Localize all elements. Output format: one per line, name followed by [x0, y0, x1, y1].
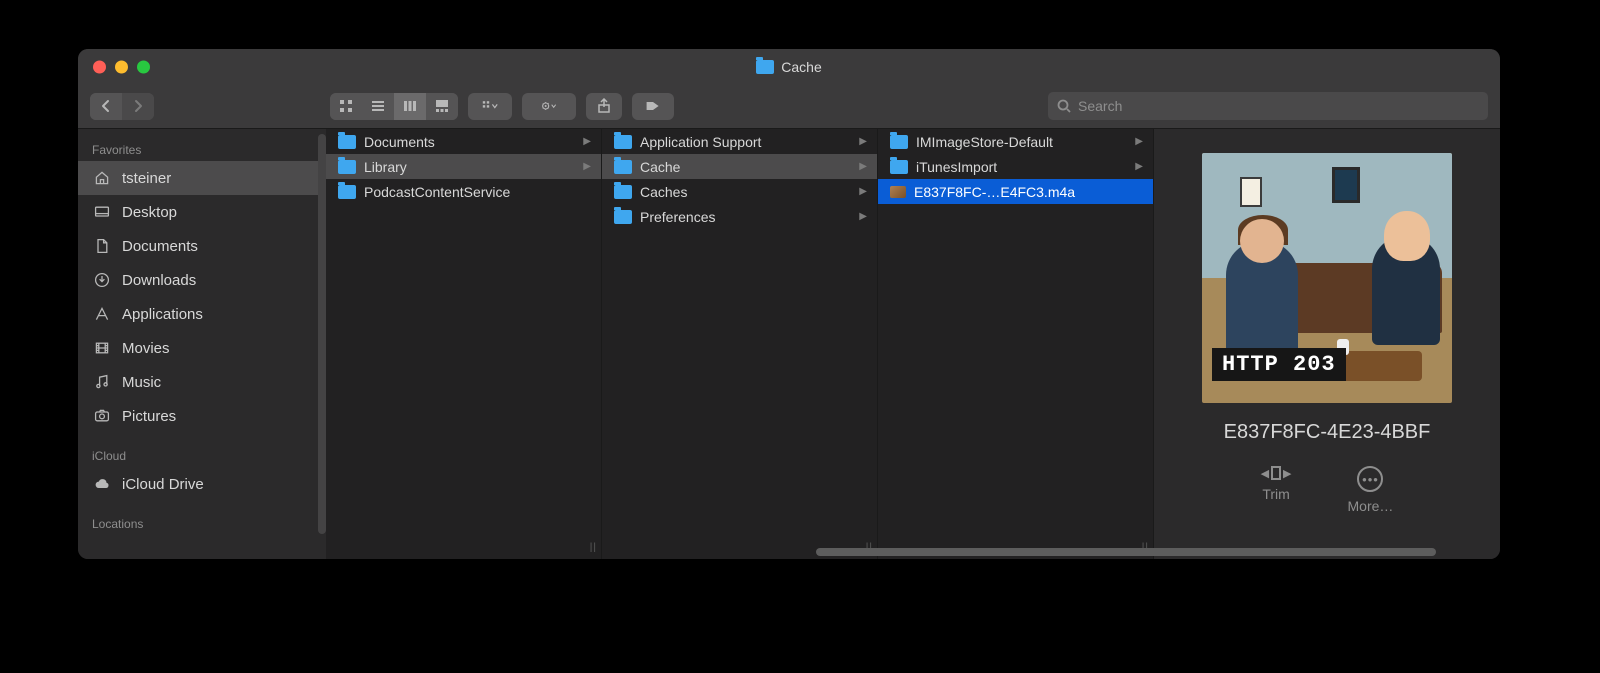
- downloads-icon: [92, 270, 112, 290]
- list-view-button[interactable]: [362, 93, 394, 120]
- sidebar-item-documents[interactable]: Documents: [78, 229, 326, 263]
- group-by[interactable]: [468, 93, 512, 120]
- desktop-icon: [92, 202, 112, 222]
- more-button[interactable]: ••• More…: [1348, 466, 1394, 514]
- more-icon: •••: [1357, 466, 1383, 492]
- view-mode: [330, 93, 458, 120]
- column-browser: Documents ▶ Library ▶ PodcastContentServ…: [326, 129, 1500, 559]
- window-title: Cache: [756, 59, 821, 75]
- chevron-right-icon: ▶: [859, 186, 867, 197]
- sidebar-item-applications[interactable]: Applications: [78, 297, 326, 331]
- chevron-right-icon: ▶: [1135, 136, 1143, 147]
- titlebar: Cache: [78, 49, 1500, 84]
- preview-overlay-text: HTTP 203: [1212, 348, 1346, 381]
- horizontal-scrollbar[interactable]: [326, 547, 1496, 557]
- folder-icon: [338, 160, 356, 174]
- folder-icon: [614, 210, 632, 224]
- folder-row[interactable]: Library ▶: [326, 154, 601, 179]
- preview-actions: ◀▶ Trim ••• More…: [1261, 466, 1394, 514]
- folder-icon: [338, 185, 356, 199]
- gallery-view-button[interactable]: [426, 93, 458, 120]
- minimize-window-button[interactable]: [115, 60, 128, 73]
- sidebar: Favorites tsteiner Desktop Documents Dow…: [78, 129, 326, 559]
- folder-row[interactable]: Documents ▶: [326, 129, 601, 154]
- chevron-right-icon: ▶: [1135, 161, 1143, 172]
- folder-icon: [338, 135, 356, 149]
- tags-button[interactable]: [632, 93, 674, 120]
- window-controls: [93, 60, 150, 73]
- file-thumbnail-icon: [890, 186, 906, 198]
- folder-row[interactable]: Caches ▶: [602, 179, 877, 204]
- chevron-right-icon: ▶: [583, 136, 591, 147]
- content-area: Favorites tsteiner Desktop Documents Dow…: [78, 129, 1500, 559]
- icon-view-button[interactable]: [330, 93, 362, 120]
- preview-thumbnail[interactable]: HTTP 203: [1202, 153, 1452, 403]
- sidebar-section-locations: Locations: [78, 511, 326, 535]
- sidebar-section-favorites: Favorites: [78, 137, 326, 161]
- search-field[interactable]: [1048, 92, 1488, 120]
- folder-row[interactable]: PodcastContentService: [326, 179, 601, 204]
- close-window-button[interactable]: [93, 60, 106, 73]
- folder-icon: [756, 60, 774, 74]
- folder-icon: [614, 185, 632, 199]
- folder-icon: [614, 160, 632, 174]
- search-icon: [1056, 98, 1072, 114]
- column-view-button[interactable]: [394, 93, 426, 120]
- preview-pane: HTTP 203 E837F8FC-4E23-4BBF ◀▶ Trim ••• …: [1154, 129, 1500, 559]
- music-icon: [92, 372, 112, 392]
- sidebar-item-downloads[interactable]: Downloads: [78, 263, 326, 297]
- trim-button[interactable]: ◀▶ Trim: [1261, 466, 1292, 514]
- window-title-text: Cache: [781, 59, 821, 75]
- sidebar-item-pictures[interactable]: Pictures: [78, 399, 326, 433]
- share-button[interactable]: [586, 93, 622, 120]
- toolbar: [78, 84, 1500, 129]
- folder-row[interactable]: IMImageStore-Default ▶: [878, 129, 1153, 154]
- sidebar-item-music[interactable]: Music: [78, 365, 326, 399]
- folder-row[interactable]: Preferences ▶: [602, 204, 877, 229]
- column-1: Documents ▶ Library ▶ PodcastContentServ…: [326, 129, 602, 559]
- sidebar-item-desktop[interactable]: Desktop: [78, 195, 326, 229]
- action-menu[interactable]: [522, 93, 576, 120]
- zoom-window-button[interactable]: [137, 60, 150, 73]
- sidebar-scrollbar[interactable]: [318, 134, 326, 534]
- folder-icon: [614, 135, 632, 149]
- chevron-right-icon: ▶: [859, 211, 867, 222]
- folder-row[interactable]: Application Support ▶: [602, 129, 877, 154]
- nav-buttons: [90, 93, 154, 120]
- folder-row[interactable]: Cache ▶: [602, 154, 877, 179]
- folder-row[interactable]: iTunesImport ▶: [878, 154, 1153, 179]
- forward-button[interactable]: [122, 93, 154, 120]
- file-row[interactable]: E837F8FC-…E4FC3.m4a: [878, 179, 1153, 204]
- search-input[interactable]: [1078, 98, 1480, 114]
- applications-icon: [92, 304, 112, 324]
- sidebar-section-icloud: iCloud: [78, 443, 326, 467]
- sidebar-item-movies[interactable]: Movies: [78, 331, 326, 365]
- back-button[interactable]: [90, 93, 122, 120]
- documents-icon: [92, 236, 112, 256]
- finder-window: Cache: [78, 49, 1500, 559]
- preview-filename: E837F8FC-4E23-4BBF: [1224, 421, 1431, 444]
- folder-icon: [890, 135, 908, 149]
- sidebar-item-home[interactable]: tsteiner: [78, 161, 326, 195]
- chevron-right-icon: ▶: [859, 136, 867, 147]
- cloud-icon: [92, 474, 112, 494]
- trim-icon: ◀▶: [1261, 466, 1292, 480]
- home-icon: [92, 168, 112, 188]
- pictures-icon: [92, 406, 112, 426]
- movies-icon: [92, 338, 112, 358]
- folder-icon: [890, 160, 908, 174]
- column-2: Application Support ▶ Cache ▶ Caches ▶ P…: [602, 129, 878, 559]
- column-3: IMImageStore-Default ▶ iTunesImport ▶ E8…: [878, 129, 1154, 559]
- chevron-right-icon: ▶: [859, 161, 867, 172]
- chevron-right-icon: ▶: [583, 161, 591, 172]
- sidebar-item-icloud-drive[interactable]: iCloud Drive: [78, 467, 326, 501]
